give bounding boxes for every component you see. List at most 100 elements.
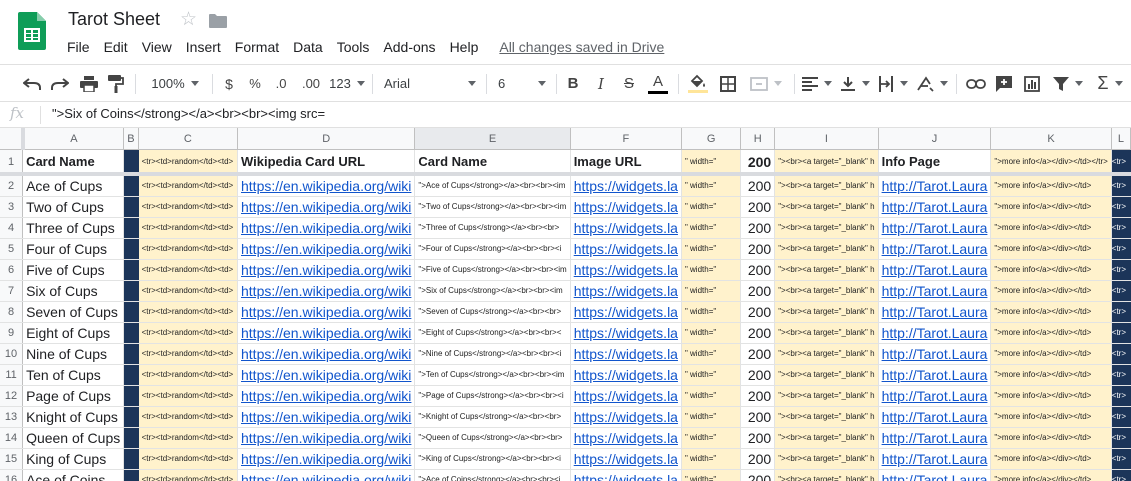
wikipedia-link-cell[interactable]: https://en.wikipedia.org/wiki — [237, 448, 416, 470]
cell-c1[interactable]: <tr><td>random</td><td> — [138, 149, 239, 176]
card-name-cell[interactable]: Five of Cups — [22, 259, 125, 281]
image-url-link-cell[interactable]: https://widgets.la — [570, 174, 682, 197]
image-url-link-cell[interactable]: https://widgets.la — [570, 406, 682, 428]
html-fragment-cell[interactable]: ">Two of Cups</strong></a><br><br><im — [414, 196, 571, 218]
row-header[interactable]: 14 — [0, 427, 24, 449]
info-page-link-cell[interactable]: http://Tarot.Laura — [878, 448, 992, 470]
html-fragment-cell[interactable]: ">more info</a></div></td> — [990, 469, 1112, 481]
divider-cell[interactable] — [123, 196, 139, 218]
width-value-cell[interactable]: 200 — [740, 322, 776, 344]
html-fragment-cell[interactable]: " width=" — [681, 322, 742, 344]
html-fragment-cell[interactable]: <tr><td>random</td><td> — [138, 364, 239, 386]
image-url-link-cell[interactable]: https://widgets.la — [570, 259, 682, 281]
insert-link-icon[interactable] — [964, 65, 988, 102]
html-fragment-cell[interactable]: <tr> — [1111, 469, 1131, 481]
divider-cell[interactable] — [123, 238, 139, 260]
html-fragment-cell[interactable]: " width=" — [681, 259, 742, 281]
html-fragment-cell[interactable]: "><br><a target="_blank" h — [774, 217, 879, 239]
card-name-cell[interactable]: Three of Cups — [22, 217, 125, 239]
width-value-cell[interactable]: 200 — [740, 469, 776, 481]
wikipedia-link-cell[interactable]: https://en.wikipedia.org/wiki — [237, 385, 416, 407]
width-value-cell[interactable]: 200 — [740, 406, 776, 428]
html-fragment-cell[interactable]: " width=" — [681, 448, 742, 470]
card-name-cell[interactable]: Six of Cups — [22, 280, 125, 302]
divider-cell[interactable] — [123, 427, 139, 449]
text-color-button[interactable]: A — [646, 65, 670, 102]
wikipedia-link-cell[interactable]: https://en.wikipedia.org/wiki — [237, 343, 416, 365]
info-page-link-cell[interactable]: http://Tarot.Laura — [878, 385, 992, 407]
menu-file[interactable]: File — [60, 38, 97, 56]
image-url-link-cell[interactable]: https://widgets.la — [570, 448, 682, 470]
html-fragment-cell[interactable]: <tr> — [1111, 364, 1131, 386]
html-fragment-cell[interactable]: "><br><a target="_blank" h — [774, 174, 879, 197]
html-fragment-cell[interactable]: " width=" — [681, 427, 742, 449]
html-fragment-cell[interactable]: ">more info</a></div></td> — [990, 280, 1112, 302]
html-fragment-cell[interactable]: <tr> — [1111, 322, 1131, 344]
card-name-cell[interactable]: Eight of Cups — [22, 322, 125, 344]
html-fragment-cell[interactable]: ">more info</a></div></td> — [990, 427, 1112, 449]
more-formats-select[interactable]: 123 — [328, 65, 366, 102]
html-fragment-cell[interactable]: "><br><a target="_blank" h — [774, 448, 879, 470]
sheets-logo-icon[interactable] — [18, 12, 46, 50]
print-icon[interactable] — [76, 65, 102, 102]
html-fragment-cell[interactable]: " width=" — [681, 364, 742, 386]
row-header[interactable]: 10 — [0, 343, 24, 365]
width-value-cell[interactable]: 200 — [740, 238, 776, 260]
column-header-c[interactable]: C — [138, 128, 239, 150]
row-header[interactable]: 3 — [0, 196, 24, 218]
row-header[interactable]: 1 — [0, 149, 24, 176]
info-page-link-cell[interactable]: http://Tarot.Laura — [878, 259, 992, 281]
html-fragment-cell[interactable]: "><br><a target="_blank" h — [774, 238, 879, 260]
html-fragment-cell[interactable]: <tr><td>random</td><td> — [138, 238, 239, 260]
select-all-corner[interactable] — [0, 128, 25, 150]
html-fragment-cell[interactable]: ">Three of Cups</strong></a><br><br> — [414, 217, 571, 239]
font-size-select[interactable]: 6 — [494, 65, 550, 102]
html-fragment-cell[interactable]: "><br><a target="_blank" h — [774, 406, 879, 428]
html-fragment-cell[interactable]: "><br><a target="_blank" h — [774, 343, 879, 365]
text-wrapping-icon[interactable] — [876, 65, 910, 102]
html-fragment-cell[interactable]: "><br><a target="_blank" h — [774, 364, 879, 386]
divider-cell[interactable] — [123, 469, 139, 481]
html-fragment-cell[interactable]: " width=" — [681, 238, 742, 260]
divider-cell[interactable] — [123, 301, 139, 323]
html-fragment-cell[interactable]: " width=" — [681, 217, 742, 239]
html-fragment-cell[interactable]: " width=" — [681, 196, 742, 218]
html-fragment-cell[interactable]: " width=" — [681, 406, 742, 428]
zoom-select[interactable]: 100% — [144, 65, 206, 102]
column-header-d[interactable]: D — [237, 128, 416, 150]
html-fragment-cell[interactable]: <tr><td>random</td><td> — [138, 280, 239, 302]
cell-i1[interactable]: "><br><a target="_blank" h — [774, 149, 879, 176]
html-fragment-cell[interactable]: "><br><a target="_blank" h — [774, 427, 879, 449]
cell-k1[interactable]: ">more info</a></div></td></tr> — [990, 149, 1112, 176]
width-value-cell[interactable]: 200 — [740, 259, 776, 281]
card-name-cell[interactable]: Ace of Cups — [22, 174, 125, 197]
width-value-cell[interactable]: 200 — [740, 427, 776, 449]
folder-icon[interactable] — [209, 14, 227, 28]
wikipedia-link-cell[interactable]: https://en.wikipedia.org/wiki — [237, 280, 416, 302]
column-header-h[interactable]: H — [740, 128, 776, 150]
html-fragment-cell[interactable]: <tr> — [1111, 280, 1131, 302]
width-value-cell[interactable]: 200 — [740, 343, 776, 365]
insert-chart-icon[interactable] — [1020, 65, 1044, 102]
row-header[interactable]: 6 — [0, 259, 24, 281]
cell-f1[interactable]: Image URL — [570, 149, 682, 176]
divider-cell[interactable] — [123, 280, 139, 302]
divider-cell[interactable] — [123, 343, 139, 365]
html-fragment-cell[interactable]: <tr><td>random</td><td> — [138, 469, 239, 481]
html-fragment-cell[interactable]: <tr><td>random</td><td> — [138, 301, 239, 323]
card-name-cell[interactable]: Nine of Cups — [22, 343, 125, 365]
html-fragment-cell[interactable]: ">more info</a></div></td> — [990, 364, 1112, 386]
html-fragment-cell[interactable]: <tr><td>random</td><td> — [138, 385, 239, 407]
html-fragment-cell[interactable]: ">more info</a></div></td> — [990, 406, 1112, 428]
html-fragment-cell[interactable]: <tr> — [1111, 238, 1131, 260]
cell-e1[interactable]: Card Name — [414, 149, 571, 176]
image-url-link-cell[interactable]: https://widgets.la — [570, 238, 682, 260]
html-fragment-cell[interactable]: ">Nine of Cups</strong></a><br><br><i — [414, 343, 571, 365]
html-fragment-cell[interactable]: ">Ace of Cups</strong></a><br><br><im — [414, 174, 571, 197]
image-url-link-cell[interactable]: https://widgets.la — [570, 469, 682, 481]
html-fragment-cell[interactable]: <tr><td>random</td><td> — [138, 427, 239, 449]
currency-format-button[interactable]: $ — [218, 65, 240, 102]
html-fragment-cell[interactable]: <tr><td>random</td><td> — [138, 217, 239, 239]
html-fragment-cell[interactable]: <tr><td>random</td><td> — [138, 259, 239, 281]
width-value-cell[interactable]: 200 — [740, 217, 776, 239]
